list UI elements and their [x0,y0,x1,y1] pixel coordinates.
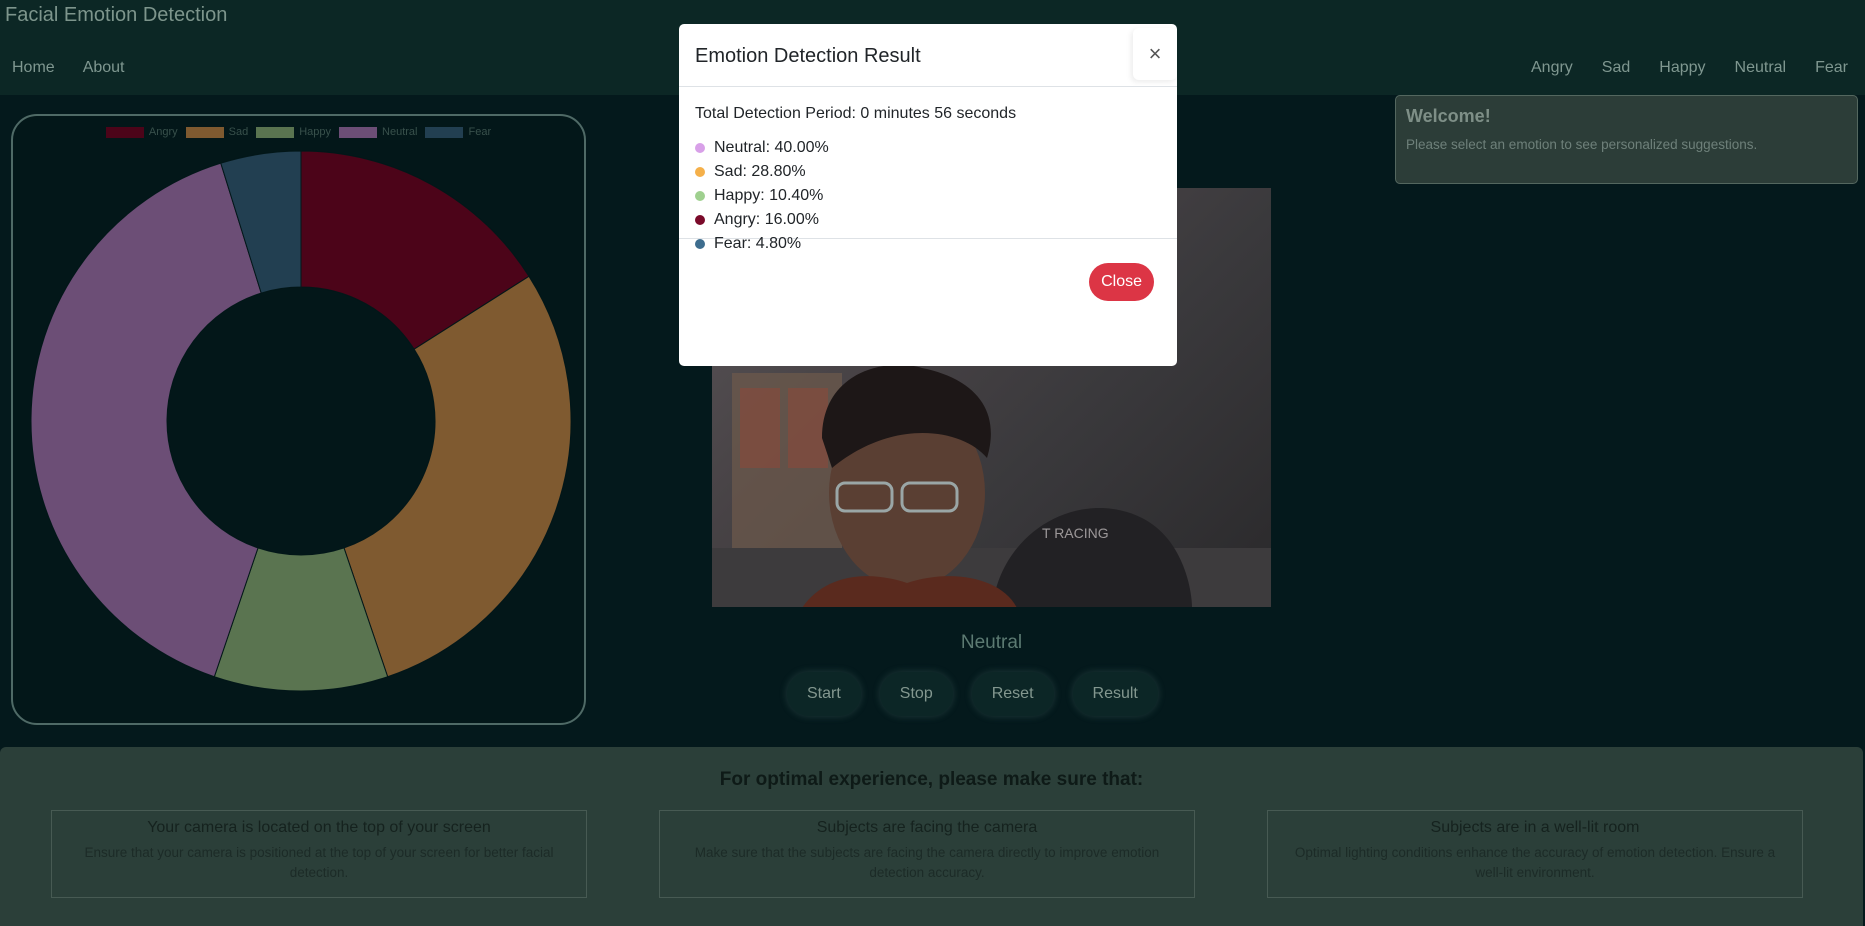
result-modal: Emotion Detection Result × Total Detecti… [679,24,1177,366]
happy-dot-icon [695,191,705,201]
angry-dot-icon [695,215,705,225]
modal-title: Emotion Detection Result [695,45,921,67]
stat-text: Happy: 10.40% [714,187,824,204]
emotion-stats-list: Neutral: 40.00% Sad: 28.80% Happy: 10.40… [695,136,1161,256]
stat-sad: Sad: 28.80% [695,160,1161,184]
stat-neutral: Neutral: 40.00% [695,136,1161,160]
detection-period: Total Detection Period: 0 minutes 56 sec… [695,105,1017,122]
stat-text: Sad: 28.80% [714,163,806,180]
stat-happy: Happy: 10.40% [695,184,1161,208]
modal-header: Emotion Detection Result × [679,24,1177,87]
stat-text: Angry: 16.00% [714,211,819,228]
close-button[interactable]: Close [1089,263,1154,301]
stat-text: Neutral: 40.00% [714,139,829,156]
close-icon[interactable]: × [1133,28,1177,80]
sad-dot-icon [695,167,705,177]
modal-footer: Close [679,239,1177,365]
neutral-dot-icon [695,143,705,153]
stat-angry: Angry: 16.00% [695,208,1161,232]
modal-body: Total Detection Period: 0 minutes 56 sec… [679,87,1177,252]
